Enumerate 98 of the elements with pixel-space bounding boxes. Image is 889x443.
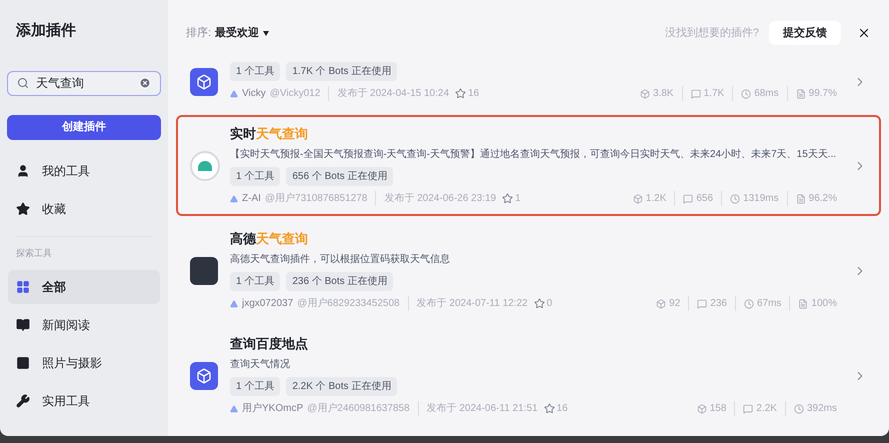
- bots-icon: [696, 404, 707, 414]
- stat-value: 656: [696, 192, 714, 206]
- publish-date: 发布于 2024-07-11 12:22: [416, 297, 528, 311]
- sidebar-item[interactable]: 照片与摄影: [8, 346, 160, 380]
- tool-count-tag: 1 个工具: [230, 167, 280, 186]
- publish-date: 发布于 2024-06-11 21:51: [426, 402, 538, 416]
- author-name: jxgx072037: [242, 297, 294, 311]
- message-icon: [683, 194, 694, 204]
- sidebar-item[interactable]: 收藏: [8, 192, 160, 226]
- stat-value: 392ms: [806, 402, 837, 416]
- stat-value: 67ms: [756, 297, 782, 311]
- stat-value: 2.2K: [756, 402, 777, 416]
- feedback-button[interactable]: 提交反馈: [769, 21, 841, 45]
- plugin-description: 高德天气查询插件，可以根据位置码获取天气信息: [230, 253, 451, 267]
- clock-icon: [794, 404, 804, 414]
- search-icon: [17, 76, 29, 88]
- plugin-title: 实时天气查询: [230, 125, 309, 143]
- cube-icon: [190, 362, 218, 390]
- author-handle: @用户6829233452508: [297, 296, 409, 311]
- tool-count-tag: 1 个工具: [230, 272, 280, 291]
- author-icon: [230, 194, 238, 202]
- sidebar-item[interactable]: 全部: [8, 270, 160, 304]
- document-icon: [796, 194, 806, 204]
- plugin-title: 查询百度地点: [230, 335, 309, 353]
- caret-icon: [263, 30, 270, 36]
- create-plugin-button[interactable]: 创建插件: [7, 114, 161, 140]
- photo-placeholder: [190, 256, 218, 284]
- wrench-icon: [16, 394, 30, 408]
- bots-count-tag: 236 个 Bots 正在使用: [286, 272, 394, 291]
- stat-value: 158: [710, 402, 726, 416]
- message-icon: [743, 404, 754, 414]
- favorite-count: 16: [468, 87, 480, 101]
- section-label: 探索工具: [15, 246, 53, 260]
- plugin-card[interactable]: 1 个工具 1.7K 个 Bots 正在使用 Vicky @Vicky012 发布于 2024-04-15 10:24 16 3.8K 1.7K 68ms 99.7%: [176, 52, 881, 111]
- weather-icon: [190, 150, 220, 180]
- book-icon: [16, 318, 30, 332]
- favorite-count: 1: [515, 192, 521, 206]
- stat-value: 96.2%: [808, 192, 837, 206]
- favorite-count: 16: [556, 402, 568, 416]
- author-name: Vicky: [242, 87, 266, 101]
- plugin-description: 查询天气情况: [230, 358, 291, 372]
- star-icon: [544, 403, 555, 414]
- publish-date: 发布于 2024-04-15 10:24: [337, 87, 449, 101]
- close-icon[interactable]: [857, 26, 871, 40]
- sidebar-item[interactable]: 新闻阅读: [8, 308, 160, 342]
- sidebar-item[interactable]: 我的工具: [8, 154, 160, 188]
- bots-count-tag: 2.2K 个 Bots 正在使用: [286, 377, 398, 396]
- sort-dropdown[interactable]: 最受欢迎: [215, 24, 270, 42]
- favorite-count: 0: [546, 297, 552, 311]
- document-icon: [798, 298, 808, 308]
- stat-value: 1319ms: [743, 192, 779, 206]
- message-icon: [697, 298, 708, 308]
- stat-value: 100%: [811, 297, 837, 311]
- author-handle: @Vicky012: [270, 86, 330, 101]
- plugin-card[interactable]: 高德天气查询 高德天气查询插件，可以根据位置码获取天气信息 1 个工具 236 个 Bots 正在使用 jxgx072037 @用户6829233452508 发布于 2024-07-11 12:22 0 92 236 67ms 100%: [176, 220, 881, 321]
- clock-icon: [730, 194, 740, 204]
- clock-icon: [741, 88, 752, 98]
- stat-value: 99.7%: [808, 87, 837, 101]
- bots-count-tag: 1.7K 个 Bots 正在使用: [286, 62, 398, 81]
- tool-count-tag: 1 个工具: [230, 62, 280, 81]
- star-icon: [534, 298, 545, 309]
- tool-count-tag: 1 个工具: [230, 377, 280, 396]
- document-icon: [796, 88, 806, 98]
- plugin-card[interactable]: 查询百度地点 查询天气情况 1 个工具 2.2K 个 Bots 正在使用 用户YKOmcP @用户2460981637858 发布于 2024-06-11 21:51 16 158 2.2K 392ms: [176, 325, 881, 426]
- author-handle: @用户7310876851278: [264, 191, 376, 206]
- hint-text: 没找到想要的插件?: [664, 26, 759, 41]
- grid-icon: [16, 280, 30, 294]
- stat-value: 1.2K: [646, 192, 666, 206]
- author-handle: @用户2460981637858: [307, 401, 419, 416]
- clock-icon: [744, 298, 754, 308]
- sidebar-item[interactable]: 实用工具: [8, 384, 160, 418]
- bots-icon: [632, 194, 643, 204]
- plugin-description: 【实时天气预报-全国天气预报查询-天气查询-天气预警】通过地名查询天气预报，可查询今日实时天气、未来24小时、未来7天、15天天...: [230, 148, 838, 162]
- author-icon: [230, 300, 238, 308]
- bots-icon: [656, 298, 666, 308]
- author-icon: [230, 90, 238, 98]
- plugin-card[interactable]: 实时天气查询 【实时天气预报-全国天气预报查询-天气查询-天气预警】通过地名查询天气预报，可查询今日实时天气、未来24小时、未来7天、15天天... 1 个工具 656 个 Bots 正在使用 Z-AI @用户7310876851278 发布于 2024-06-26 23:19 1 1.2K 656 1319ms 96.2%: [176, 115, 881, 216]
- stat-value: 68ms: [754, 87, 779, 101]
- bots-icon: [640, 88, 650, 98]
- plugin-title: 高德天气查询: [230, 230, 309, 248]
- stat-value: 236: [710, 297, 727, 311]
- star-icon: [455, 88, 466, 99]
- star-icon: [502, 193, 514, 204]
- author-icon: [230, 404, 238, 412]
- stat-value: 92: [669, 297, 680, 311]
- publish-date: 发布于 2024-06-26 23:19: [384, 192, 496, 206]
- author-name: 用户YKOmcP: [242, 402, 304, 416]
- stat-value: 3.8K: [653, 87, 674, 101]
- stat-value: 1.7K: [704, 87, 724, 101]
- message-icon: [690, 88, 701, 98]
- sort-label: 排序:: [186, 26, 212, 41]
- cube-icon: [190, 68, 218, 96]
- user-icon: [16, 164, 30, 178]
- bots-count-tag: 656 个 Bots 正在使用: [286, 167, 394, 186]
- author-name: Z-AI: [242, 192, 261, 206]
- search-field[interactable]: 天气查询: [7, 70, 161, 96]
- star-icon: [16, 202, 30, 216]
- panel-title: 添加插件: [15, 21, 77, 41]
